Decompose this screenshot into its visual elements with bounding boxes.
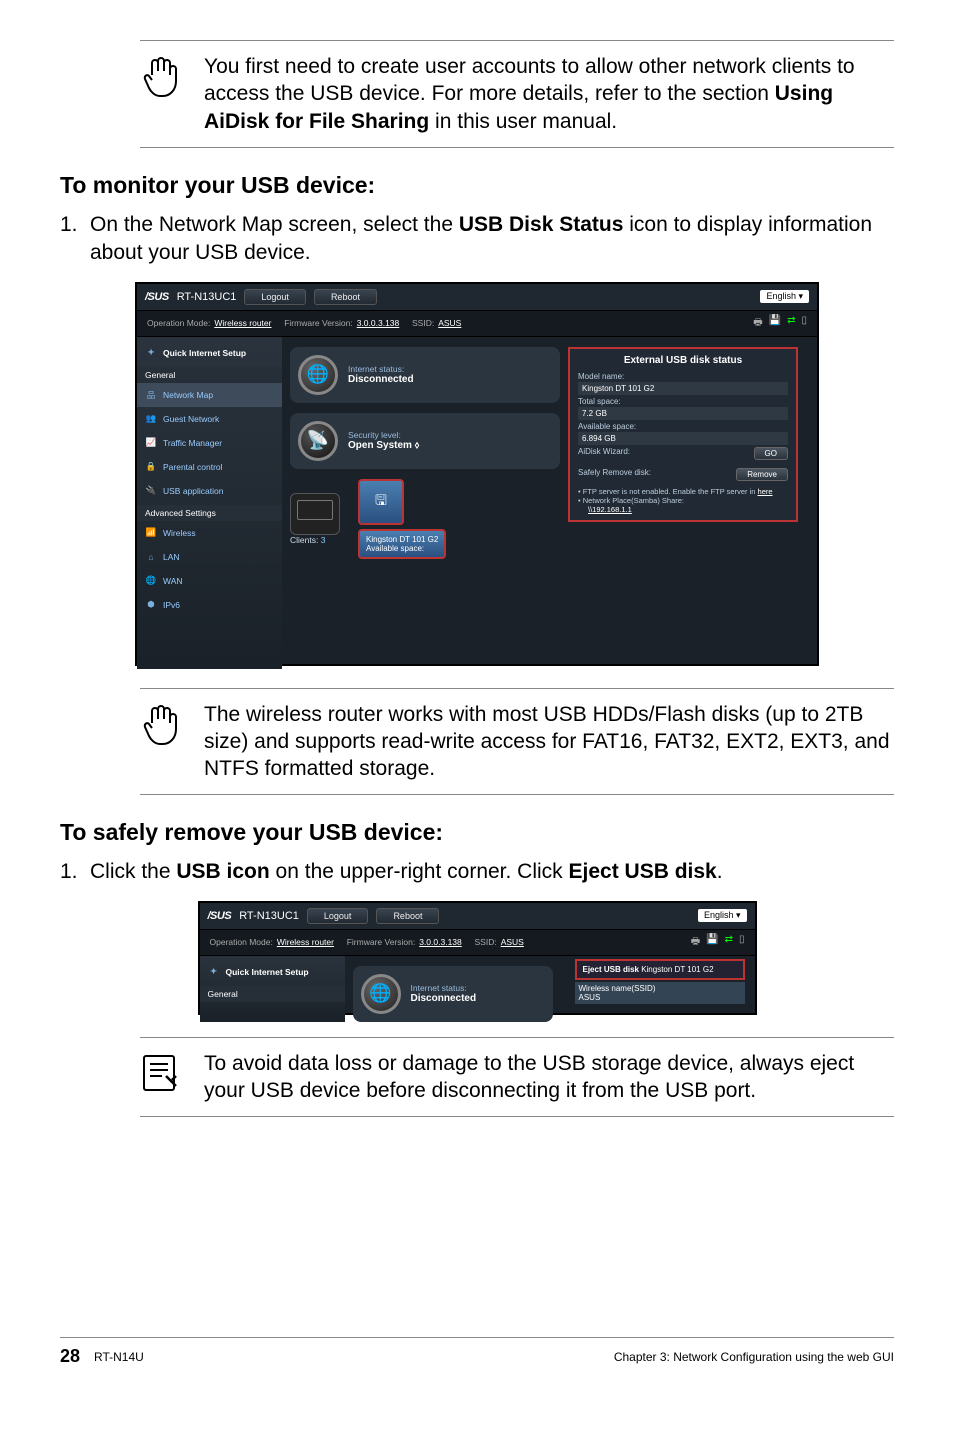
sidebar-quick-setup[interactable]: ✦Quick Internet Setup [137,341,282,365]
sidebar-item-usb-application[interactable]: 🔌USB application [137,479,282,503]
asus-logo: /SUS [145,291,169,303]
lan-icon: ⌂ [145,551,157,563]
storage-icon[interactable]: 💾 [706,934,718,951]
sidebar-item-guest-network[interactable]: 👥Guest Network [137,407,282,431]
wan-icon: 🌐 [145,575,157,587]
sidebar-quick-setup[interactable]: ✦Quick Internet Setup [200,960,345,984]
clients-count: Clients: 3 [290,535,340,545]
heading-safely-remove: To safely remove your USB device: [60,819,894,846]
globe-icon[interactable]: 🌐 [361,974,401,1014]
device-icon[interactable]: ▯ [739,934,745,951]
wifi-icon: 📶 [145,527,157,539]
sidebar-item-ipv6[interactable]: ⬢IPv6 [137,593,282,617]
note-dataloss-text: To avoid data loss or damage to the USB … [204,1050,894,1105]
storage-icon[interactable]: 💾 [769,315,781,332]
internet-status-card: 🌐 Internet status: Disconnected [290,347,560,403]
operation-mode-link[interactable]: Wireless router [277,937,334,947]
router-icon[interactable]: 📡 [298,421,338,461]
language-select[interactable]: English ▾ [698,909,747,922]
firmware-version-link[interactable]: 3.0.0.3.138 [419,937,462,947]
printer-icon[interactable]: 🖶 [753,315,762,332]
usb-model-name: Kingston DT 101 G2 [578,382,788,395]
model-label: RT-N13UC1 [239,910,299,922]
footer-chapter: Chapter 3: Network Configuration using t… [614,1350,894,1364]
note-compatibility: The wireless router works with most USB … [140,693,894,791]
sidebar-item-parental-control[interactable]: 🔒Parental control [137,455,282,479]
logout-button[interactable]: Logout [307,908,369,924]
reboot-button[interactable]: Reboot [376,908,439,924]
eject-usb-popup[interactable]: Eject USB disk Kingston DT 101 G2 [575,959,745,980]
footer-model: RT-N14U [94,1350,144,1364]
language-select[interactable]: English ▾ [760,290,809,303]
topbar-icons: 🖶 💾 ⇄ ▯ [691,934,745,951]
heading-monitor: To monitor your USB device: [60,172,894,199]
usb-disk-info-tile: Kingston DT 101 G2 Available space: [358,529,446,559]
sidebar-general-header: General [200,986,345,1002]
usb-icon[interactable]: ⇄ [725,934,733,951]
router-screenshot-1: /SUS RT-N13UC1 Logout Reboot English ▾ O… [137,284,817,664]
safely-remove-button[interactable]: Remove [736,468,788,481]
wireless-name-row: Wireless name(SSID)ASUS [575,982,745,1004]
samba-path-link[interactable]: \\192.168.1.1 [588,505,788,514]
router-screenshot-2: /SUS RT-N13UC1 Logout Reboot English ▾ O… [200,903,755,1013]
note-icon [140,1050,188,1105]
printer-icon[interactable]: 🖶 [691,934,700,951]
lock-icon: 🔒 [145,461,157,473]
step-eject-1: 1. Click the USB icon on the upper-right… [60,858,894,886]
sidebar-item-traffic-manager[interactable]: 📈Traffic Manager [137,431,282,455]
model-label: RT-N13UC1 [177,291,237,303]
external-usb-panel: External USB disk status Model name:King… [568,347,798,522]
sidebar-item-wan[interactable]: 🌐WAN [137,569,282,593]
firmware-version-link[interactable]: 3.0.0.3.138 [357,318,400,328]
clients-icon[interactable] [290,493,340,535]
ssid-link[interactable]: ASUS [501,937,524,947]
logout-button[interactable]: Logout [244,289,306,305]
usb-available-space: 6.894 GB [578,432,788,445]
hand-icon [140,701,188,783]
usb-icon[interactable]: ⇄ [787,315,795,332]
network-map-icon: 品 [145,389,157,401]
sidebar-item-network-map[interactable]: 品Network Map [137,383,282,407]
page-number: 28 [60,1346,80,1367]
internet-status-value: Disconnected [348,374,414,385]
device-icon[interactable]: ▯ [801,315,807,332]
wand-icon: ✦ [145,347,157,359]
guest-network-icon: 👥 [145,413,157,425]
aidisk-go-button[interactable]: GO [754,447,788,460]
sidebar: ✦Quick Internet Setup General [200,956,345,1022]
page-footer: 28 RT-N14U Chapter 3: Network Configurat… [60,1337,894,1367]
traffic-icon: 📈 [145,437,157,449]
ssid-link[interactable]: ASUS [438,318,461,328]
sidebar-item-wireless[interactable]: 📶Wireless [137,521,282,545]
sidebar: ✦Quick Internet Setup General 品Network M… [137,337,282,669]
usb-app-icon: 🔌 [145,485,157,497]
note-compat-text: The wireless router works with most USB … [204,701,894,783]
step-monitor-1: 1. On the Network Map screen, select the… [60,211,894,268]
ftp-here-link[interactable]: here [758,487,773,496]
asus-logo: /SUS [208,910,232,922]
sidebar-advanced-header: Advanced Settings [137,505,282,521]
panel-title: External USB disk status [578,355,788,366]
usb-disk-status-icon[interactable]: 🖫 [358,479,404,525]
operation-mode-link[interactable]: Wireless router [214,318,271,328]
security-card: 📡 Security level: Open System ⬨ [290,413,560,469]
security-level-value: Open System ⬨ [348,440,419,451]
usb-total-space: 7.2 GB [578,407,788,420]
topbar-icons: 🖶 💾 ⇄ ▯ [753,315,807,332]
note-dataloss: To avoid data loss or damage to the USB … [140,1042,894,1113]
note-accounts: You first need to create user accounts t… [140,45,894,143]
sidebar-general-header: General [137,367,282,383]
globe-icon[interactable]: 🌐 [298,355,338,395]
sidebar-item-lan[interactable]: ⌂LAN [137,545,282,569]
ipv6-icon: ⬢ [145,599,157,611]
hand-icon [140,53,188,135]
wand-icon: ✦ [208,966,220,978]
note-accounts-text: You first need to create user accounts t… [204,53,894,135]
reboot-button[interactable]: Reboot [314,289,377,305]
